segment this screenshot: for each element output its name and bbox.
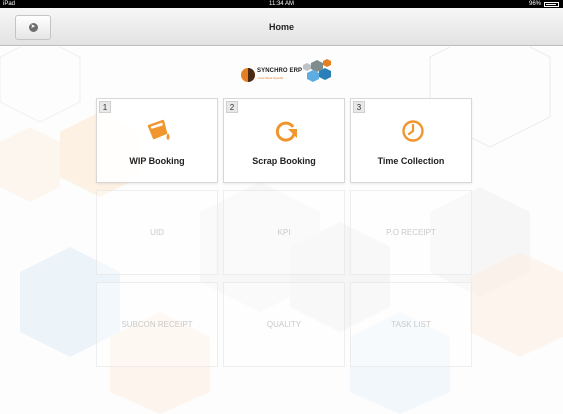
tile-wip-booking[interactable]: 1 WIP Booking bbox=[96, 98, 218, 183]
tile-subcon-receipt: SUBCON RECEIPT bbox=[96, 282, 218, 367]
tile-po-receipt: P.O RECEIPT bbox=[350, 190, 472, 275]
synchro-erp-logo: SYNCHRO ERP Cast Metal Specific bbox=[237, 59, 337, 89]
status-right: 96% bbox=[529, 0, 559, 8]
refresh-arrow-icon bbox=[275, 121, 297, 142]
tile-label: Time Collection bbox=[377, 156, 445, 166]
tile-number: 3 bbox=[353, 101, 365, 113]
tile-label: UID bbox=[150, 228, 164, 237]
bucket-pour-icon bbox=[147, 119, 170, 140]
tile-quality: QUALITY bbox=[223, 282, 345, 367]
tile-label: SUBCON RECEIPT bbox=[121, 320, 193, 329]
tile-label: P.O RECEIPT bbox=[386, 228, 436, 237]
home-content: SYNCHRO ERP Cast Metal Specific 1 WIP Bo… bbox=[0, 47, 563, 414]
tile-uid: UID bbox=[96, 190, 218, 275]
battery-percent: 96% bbox=[528, 1, 541, 7]
tile-label: QUALITY bbox=[266, 320, 302, 329]
navigation-bar: ➤ Home bbox=[0, 8, 563, 46]
tile-number: 1 bbox=[99, 101, 111, 113]
clock-icon bbox=[402, 120, 424, 142]
battery-icon bbox=[544, 1, 559, 7]
tile-label: TASK LIST bbox=[391, 320, 431, 329]
clock: 11:34 AM bbox=[269, 1, 294, 7]
tile-label: Scrap Booking bbox=[252, 156, 316, 166]
logo-tagline: Cast Metal Specific bbox=[258, 76, 284, 80]
tile-kpi: KPI bbox=[223, 190, 345, 275]
tile-number: 2 bbox=[226, 101, 238, 113]
tile-scrap-booking[interactable]: 2 Scrap Booking bbox=[223, 98, 345, 183]
tile-label: KPI bbox=[277, 228, 291, 237]
status-bar: iPad 11:34 AM 96% bbox=[0, 0, 563, 8]
logo-name: SYNCHRO ERP bbox=[257, 68, 303, 74]
tile-label: WIP Booking bbox=[129, 156, 185, 166]
page-title: Home bbox=[268, 22, 294, 32]
tile-time-collection[interactable]: 3 Time Collection bbox=[350, 98, 472, 183]
tile-task-list: TASK LIST bbox=[350, 282, 472, 367]
logo-mark-icon bbox=[241, 59, 331, 82]
